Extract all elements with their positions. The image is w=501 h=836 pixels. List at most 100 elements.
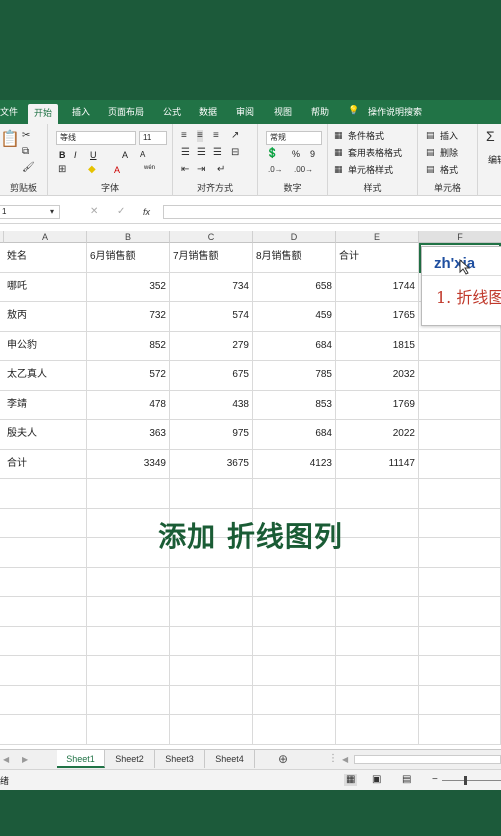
cell[interactable] <box>336 715 419 744</box>
cancel-icon[interactable]: ✕ <box>90 206 98 218</box>
orientation-icon[interactable]: ↗ <box>231 130 239 142</box>
cell[interactable]: 853 <box>253 390 336 419</box>
cell[interactable]: 11147 <box>336 449 419 478</box>
font-size-select[interactable]: 11 <box>139 131 167 145</box>
borders-icon[interactable]: ⊞ <box>58 164 66 176</box>
cell[interactable]: 申公豹 <box>4 331 87 360</box>
cell[interactable]: 姓名 <box>4 243 87 272</box>
cell[interactable] <box>419 656 501 685</box>
align-center-icon[interactable]: ☰ <box>197 147 206 159</box>
align-left-icon[interactable]: ☰ <box>181 147 190 159</box>
cell[interactable]: 合计 <box>4 449 87 478</box>
tab-insert[interactable]: 插入 <box>72 105 90 118</box>
tab-view[interactable]: 视图 <box>274 105 292 118</box>
align-right-icon[interactable]: ☰ <box>213 147 222 159</box>
cell[interactable]: 2032 <box>336 361 419 390</box>
cell[interactable] <box>170 626 253 655</box>
copy-icon[interactable]: ⧉ <box>22 146 29 158</box>
tab-home[interactable]: 开始 <box>28 104 59 124</box>
sheet-tab-3[interactable]: Sheet3 <box>155 750 205 768</box>
cell[interactable] <box>336 567 419 596</box>
cell[interactable] <box>253 479 336 508</box>
chevron-down-icon[interactable]: ▾ <box>50 206 54 218</box>
add-sheet-icon[interactable]: ⊕ <box>278 753 288 765</box>
fill-color-icon[interactable]: ◆ <box>88 164 96 176</box>
cell[interactable] <box>253 685 336 714</box>
cell[interactable]: 3675 <box>170 449 253 478</box>
column-header-c[interactable]: C <box>170 231 253 243</box>
cell[interactable] <box>4 715 87 744</box>
autosum-icon[interactable]: Σ <box>486 129 495 143</box>
cell[interactable] <box>170 597 253 626</box>
column-header-d[interactable]: D <box>253 231 336 243</box>
bold-button[interactable]: B <box>59 149 66 161</box>
increase-indent-icon[interactable]: ⇥ <box>197 164 205 176</box>
paste-icon[interactable]: 📋 <box>0 132 20 148</box>
comma-button[interactable]: 9 <box>310 148 315 160</box>
cell[interactable]: 574 <box>170 302 253 331</box>
column-header-f[interactable]: F <box>419 231 501 243</box>
cell[interactable]: 殷夫人 <box>4 420 87 449</box>
merge-icon[interactable]: ⊟ <box>231 147 239 159</box>
cell[interactable] <box>336 656 419 685</box>
cell[interactable] <box>253 626 336 655</box>
cell[interactable]: 李靖 <box>4 390 87 419</box>
cell[interactable] <box>336 597 419 626</box>
cell[interactable]: 572 <box>87 361 170 390</box>
cell[interactable] <box>87 685 170 714</box>
phonetic-button[interactable]: wén <box>144 162 155 174</box>
cell[interactable]: 8月销售额 <box>253 243 336 272</box>
cell[interactable] <box>170 656 253 685</box>
cell[interactable] <box>4 685 87 714</box>
cell[interactable]: 478 <box>87 390 170 419</box>
hscroll-left-icon[interactable]: ◀ <box>342 754 348 766</box>
format-as-table-button[interactable]: 套用表格格式 <box>348 147 402 159</box>
more-icon[interactable]: ⋮ <box>328 753 338 765</box>
cell[interactable] <box>170 479 253 508</box>
scroll-left-icon[interactable]: ◀ <box>3 754 9 766</box>
enter-icon[interactable]: ✓ <box>117 206 125 218</box>
cell[interactable] <box>4 597 87 626</box>
cell[interactable] <box>336 626 419 655</box>
tab-review[interactable]: 审阅 <box>236 105 254 118</box>
font-color-button[interactable]: A <box>114 164 120 176</box>
cell[interactable]: 1744 <box>336 272 419 301</box>
wrap-text-icon[interactable]: ↵ <box>217 164 225 176</box>
cell[interactable] <box>253 715 336 744</box>
cell[interactable] <box>419 597 501 626</box>
cell[interactable] <box>336 685 419 714</box>
insert-function-icon[interactable]: fx <box>143 206 150 218</box>
cell[interactable]: 1815 <box>336 331 419 360</box>
cell[interactable]: 352 <box>87 272 170 301</box>
cell[interactable]: 438 <box>170 390 253 419</box>
cell[interactable]: 合计 <box>336 243 419 272</box>
cell[interactable]: 太乙真人 <box>4 361 87 390</box>
cell[interactable]: 684 <box>253 420 336 449</box>
cell[interactable] <box>253 567 336 596</box>
sheet-tab-2[interactable]: Sheet2 <box>105 750 155 768</box>
conditional-format-button[interactable]: 条件格式 <box>348 130 384 142</box>
page-break-view-icon[interactable]: ▤ <box>402 774 411 786</box>
font-name-select[interactable]: 等线 <box>56 131 136 145</box>
cell[interactable] <box>87 597 170 626</box>
cell[interactable] <box>4 626 87 655</box>
cell[interactable] <box>253 597 336 626</box>
column-header-a[interactable]: A <box>4 231 87 243</box>
decrease-indent-icon[interactable]: ⇤ <box>181 164 189 176</box>
decrease-decimal-icon[interactable]: .00→ <box>294 164 313 176</box>
page-layout-view-icon[interactable]: ▣ <box>372 774 381 786</box>
cell-styles-button[interactable]: 单元格样式 <box>348 164 393 176</box>
percent-button[interactable]: % <box>292 148 300 160</box>
zoom-slider[interactable] <box>442 780 501 781</box>
cell[interactable] <box>253 656 336 685</box>
italic-button[interactable]: I <box>74 149 77 161</box>
cell[interactable]: 675 <box>170 361 253 390</box>
cell[interactable] <box>419 390 501 419</box>
cell[interactable]: 734 <box>170 272 253 301</box>
cell[interactable] <box>336 479 419 508</box>
cell[interactable] <box>419 449 501 478</box>
column-header-b[interactable]: B <box>87 231 170 243</box>
cell[interactable]: 684 <box>253 331 336 360</box>
cell[interactable] <box>419 331 501 360</box>
number-format-select[interactable]: 常规 <box>266 131 322 145</box>
